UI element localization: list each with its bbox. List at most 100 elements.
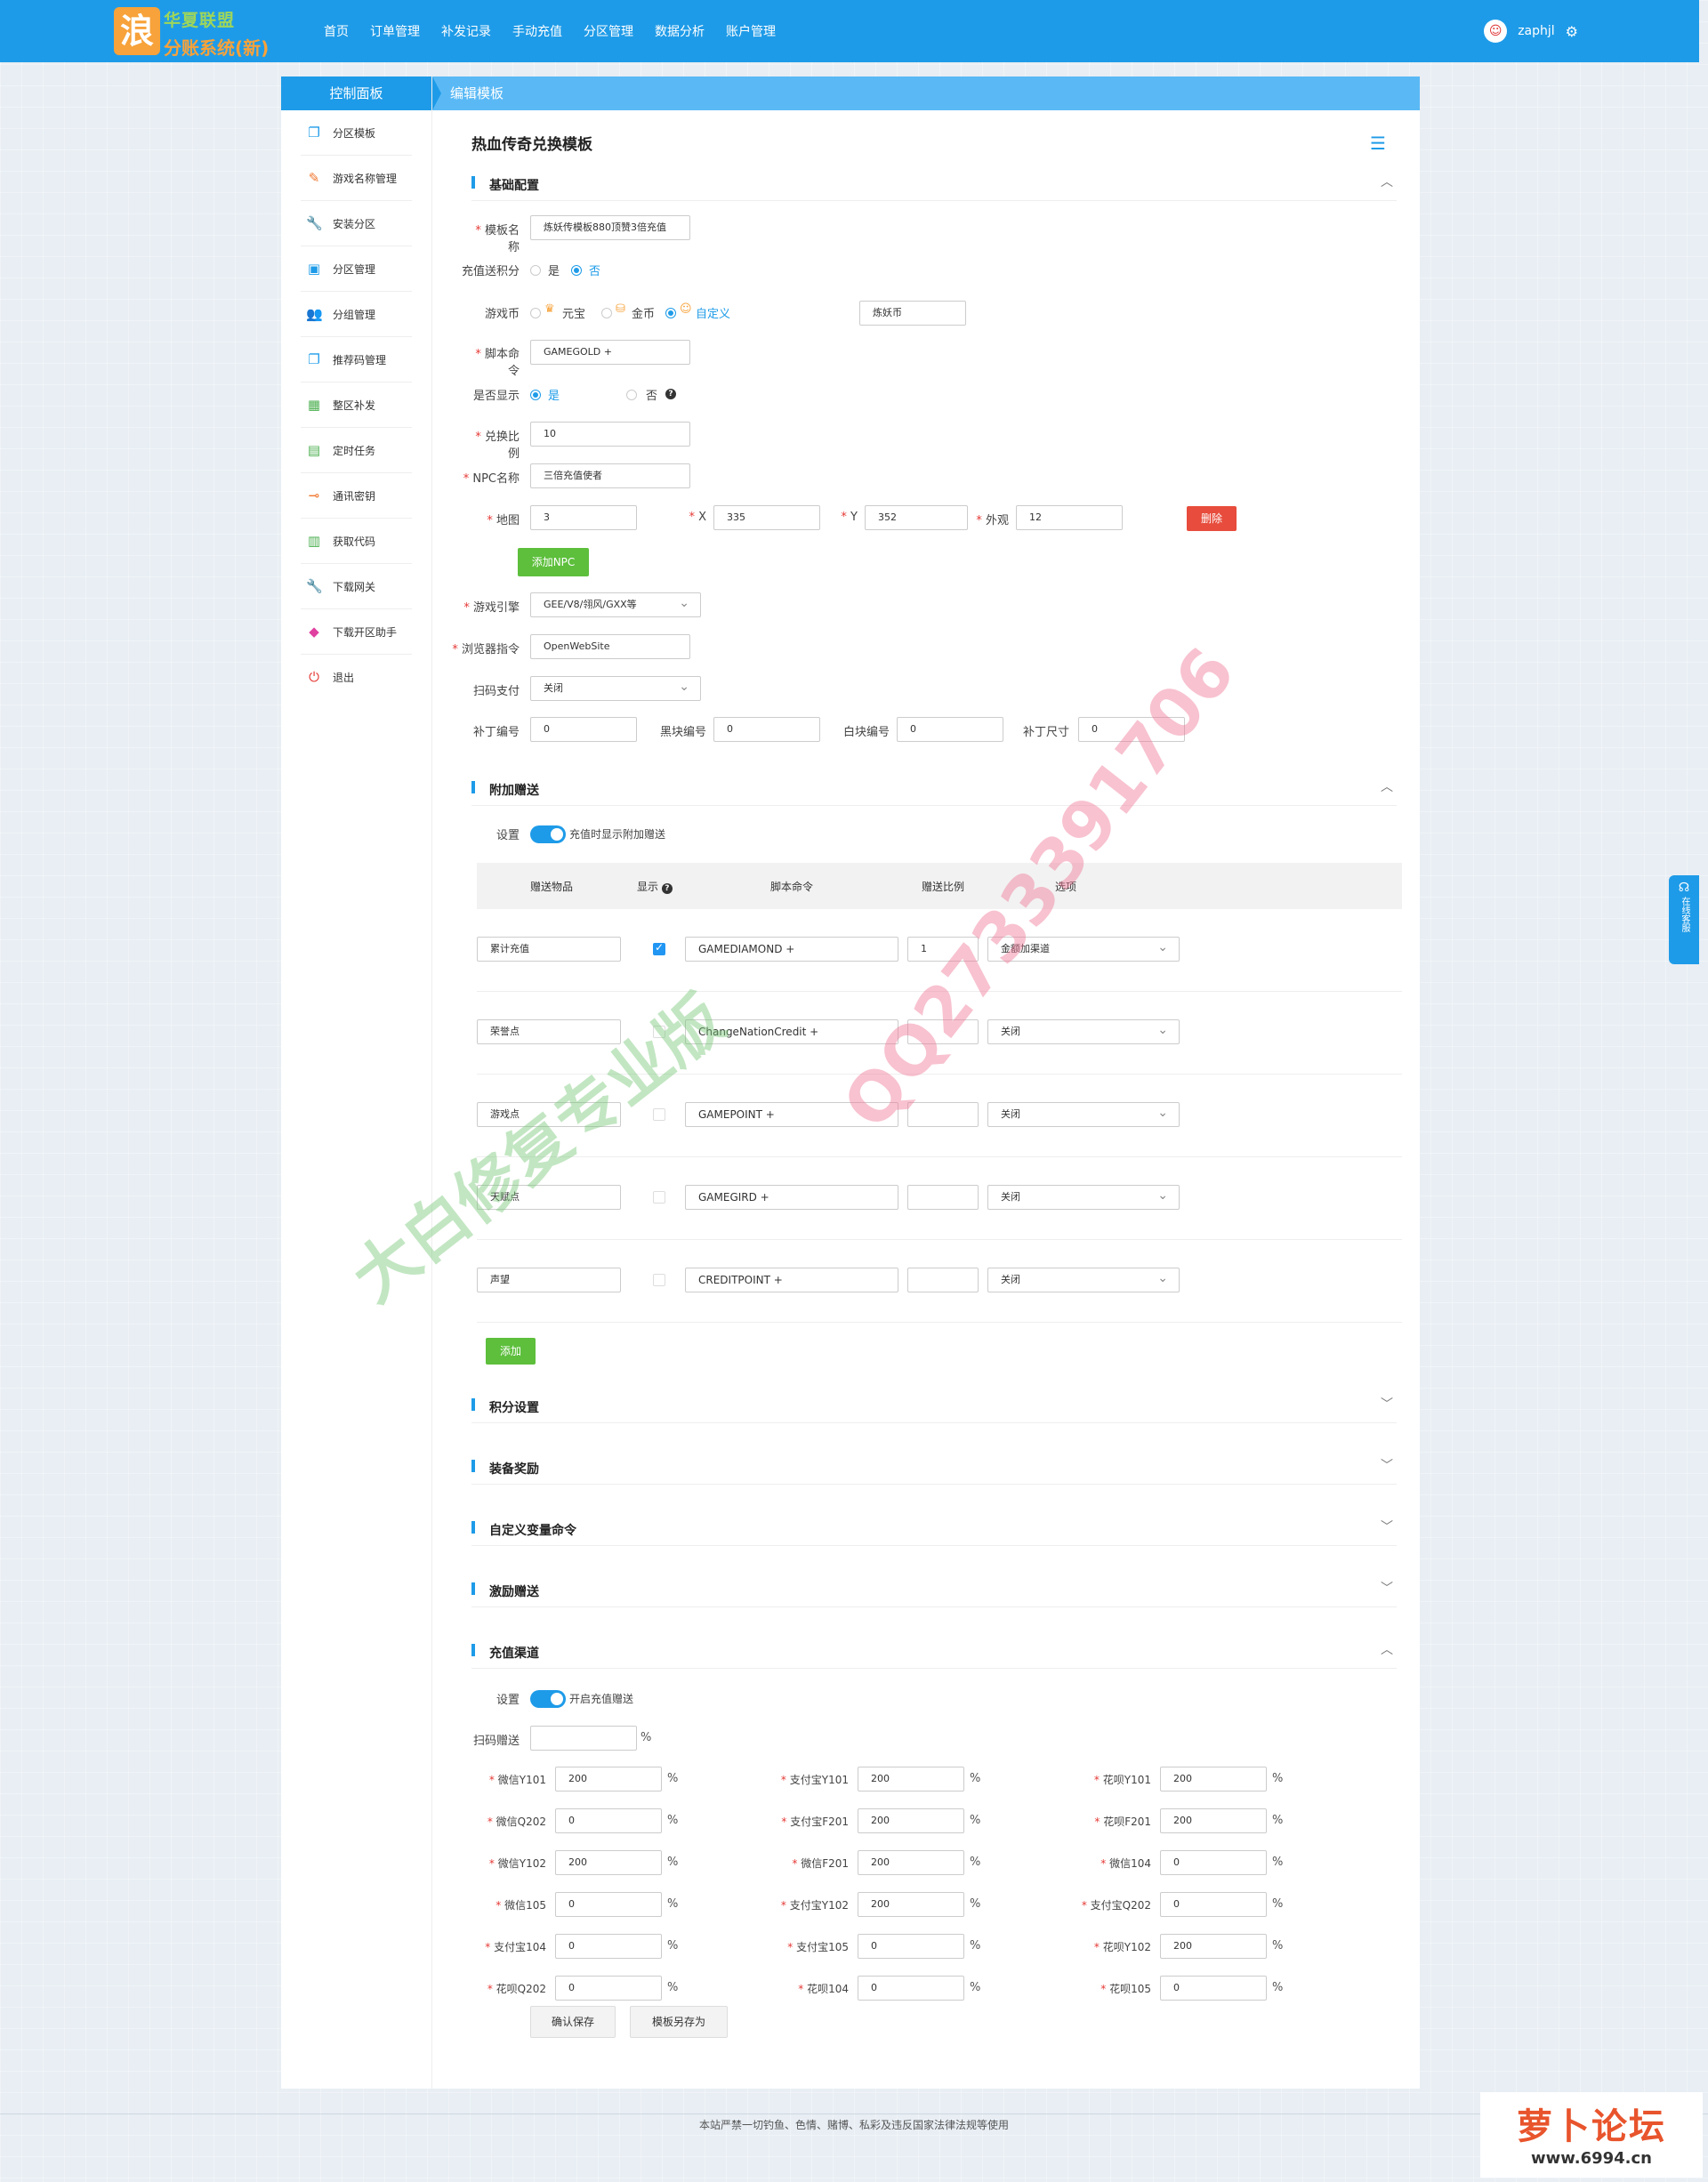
add-npc-button[interactable]: 添加NPC [518,548,589,576]
bonus-option-select[interactable]: 关闭 [987,1019,1180,1044]
section-points[interactable]: 积分设置 ﹀ [471,1388,1397,1423]
bonus-script-input[interactable]: GAMEDIAMOND + [685,937,898,962]
nav-zones[interactable]: 分区管理 [573,22,644,40]
channel-rate-input[interactable]: 200 [858,1892,964,1917]
bonus-option-select[interactable]: 关闭 [987,1184,1180,1210]
logo-icon[interactable]: 浪 [114,7,160,55]
save-button[interactable]: 确认保存 [530,2006,616,2038]
patch-size-input[interactable]: 0 [1078,717,1185,742]
bonus-ratio-input[interactable] [907,1102,979,1127]
sidebar-item-secret-key[interactable]: ⊸ 通讯密钥 [301,473,412,519]
nav-home[interactable]: 首页 [313,22,359,40]
sidebar-item-scheduled[interactable]: ▤ 定时任务 [301,428,412,473]
sidebar-item-zone-reissue[interactable]: ▦ 整区补发 [301,382,412,428]
points-yes-radio[interactable] [530,265,541,276]
channel-rate-input[interactable]: 200 [858,1850,964,1875]
save-as-button[interactable]: 模板另存为 [630,2006,728,2038]
channel-rate-input[interactable]: 0 [858,1976,964,2001]
channel-rate-input[interactable]: 0 [555,1934,662,1959]
chevron-down-icon[interactable]: ﹀ [1381,1456,1393,1474]
section-channel[interactable]: 充值渠道 ︿ [471,1633,1397,1669]
look-input[interactable]: 12 [1016,505,1123,530]
channel-rate-input[interactable]: 200 [1160,1767,1267,1791]
chevron-down-icon[interactable]: ﹀ [1381,1518,1393,1535]
sidebar-item-groups[interactable]: 👥 分组管理 [301,292,412,337]
sidebar-item-zone-manage[interactable]: ▣ 分区管理 [301,246,412,292]
help-icon[interactable]: ? [661,883,673,894]
section-basic[interactable]: 基础配置 ︿ [471,165,1397,201]
bonus-item-input[interactable]: 累计充值 [477,937,621,962]
channel-rate-input[interactable]: 200 [555,1767,662,1791]
nav-account[interactable]: 账户管理 [715,22,786,40]
browser-input[interactable]: OpenWebSite [530,634,690,659]
brand-badge[interactable]: 萝卜论坛 www.6994.cn [1480,2092,1703,2178]
show-yes-radio[interactable] [530,390,541,400]
chevron-down-icon[interactable]: ﹀ [1381,1395,1393,1413]
bonus-ratio-input[interactable]: 1 [907,937,979,962]
currency-custom-input[interactable]: 炼妖币 [859,301,966,326]
bonus-option-select[interactable]: 关闭 [987,1267,1180,1292]
bonus-script-input[interactable]: GAMEPOINT + [685,1102,898,1127]
gear-icon[interactable]: ⚙ [1566,23,1578,40]
section-bonus[interactable]: 附加赠送 ︿ [471,770,1397,806]
chevron-up-icon[interactable]: ︿ [1381,173,1393,190]
sidebar-item-zone-template[interactable]: ❐ 分区模板 [301,110,412,156]
channel-toggle[interactable] [530,1690,566,1708]
map-input[interactable]: 3 [530,505,637,530]
chevron-up-icon[interactable]: ︿ [1381,1640,1393,1658]
scan-gift-input[interactable] [530,1726,637,1751]
currency-yuanbao-radio[interactable] [530,308,541,318]
channel-rate-input[interactable]: 0 [1160,1976,1267,2001]
channel-rate-input[interactable]: 200 [1160,1934,1267,1959]
bonus-script-input[interactable]: ChangeNationCredit + [685,1019,898,1044]
chevron-up-icon[interactable]: ︿ [1381,777,1393,795]
currency-gold-radio[interactable] [601,308,612,318]
channel-rate-input[interactable]: 0 [555,1808,662,1833]
sidebar-item-referral[interactable]: ❐ 推荐码管理 [301,337,412,382]
currency-custom-radio[interactable] [665,308,676,318]
channel-rate-input[interactable]: 0 [555,1892,662,1917]
bonus-option-select[interactable]: 金额加渠道 [987,936,1180,962]
ratio-input[interactable]: 10 [530,422,690,447]
bonus-show-checkbox[interactable] [653,1191,665,1204]
engine-select[interactable]: GEE/V8/翎风/GXX等 [530,592,701,617]
bonus-toggle[interactable] [530,825,566,843]
bonus-script-input[interactable]: CREDITPOINT + [685,1268,898,1292]
menu-toggle-icon[interactable]: ☰ [1370,134,1390,152]
chat-widget[interactable]: ☊ 在线客服 [1669,875,1699,964]
show-no-radio[interactable] [626,390,637,400]
template-name-input[interactable]: 炼妖传模板880顶赞3倍充值 [530,215,690,240]
sidebar-item-download-helper[interactable]: ◆ 下载开区助手 [301,609,412,655]
y-input[interactable]: 352 [865,505,968,530]
delete-npc-button[interactable]: 删除 [1187,506,1237,531]
channel-rate-input[interactable]: 0 [858,1934,964,1959]
section-equipment[interactable]: 装备奖励 ﹀ [471,1449,1397,1485]
channel-rate-input[interactable]: 200 [858,1767,964,1791]
script-input[interactable]: GAMEGOLD + [530,340,690,365]
chevron-down-icon[interactable]: ﹀ [1381,1579,1393,1597]
sidebar-item-install-zone[interactable]: 🔧 安装分区 [301,201,412,246]
section-custom-vars[interactable]: 自定义变量命令 ﹀ [471,1510,1397,1546]
sidebar-item-game-names[interactable]: ✎ 游戏名称管理 [301,156,412,201]
bonus-ratio-input[interactable] [907,1019,979,1044]
bonus-show-checkbox[interactable] [653,1026,665,1038]
avatar[interactable]: ☺ [1484,20,1508,43]
channel-rate-input[interactable]: 0 [1160,1892,1267,1917]
channel-rate-input[interactable]: 0 [555,1976,662,2001]
sidebar-item-get-code[interactable]: ▥ 获取代码 [301,519,412,564]
bonus-option-select[interactable]: 关闭 [987,1101,1180,1127]
sidebar-item-logout[interactable]: ⏻ 退出 [301,655,412,700]
channel-rate-input[interactable]: 0 [1160,1850,1267,1875]
scan-select[interactable]: 关闭 [530,675,701,701]
x-input[interactable]: 335 [713,505,820,530]
bonus-script-input[interactable]: GAMEGIRD + [685,1185,898,1210]
section-incentive[interactable]: 激励赠送 ﹀ [471,1572,1397,1607]
nav-analytics[interactable]: 数据分析 [644,22,715,40]
bonus-ratio-input[interactable] [907,1185,979,1210]
black-input[interactable]: 0 [713,717,820,742]
patch-input[interactable]: 0 [530,717,637,742]
add-bonus-button[interactable]: 添加 [486,1338,536,1365]
points-no-radio[interactable] [571,265,582,276]
sidebar-item-download-gateway[interactable]: 🔧 下载网关 [301,564,412,609]
bonus-ratio-input[interactable] [907,1268,979,1292]
